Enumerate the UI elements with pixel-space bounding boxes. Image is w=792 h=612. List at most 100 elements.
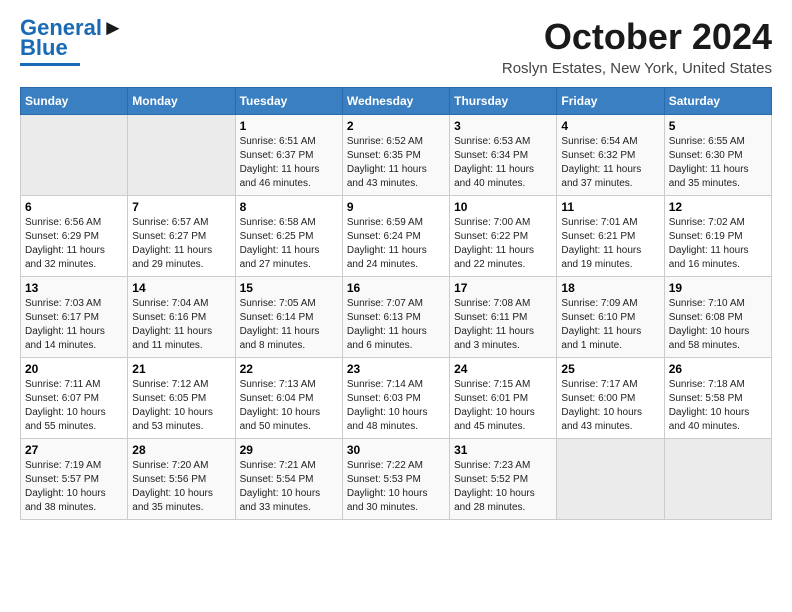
day-number: 14 (132, 281, 230, 295)
day-detail: Sunrise: 6:58 AM Sunset: 6:25 PM Dayligh… (240, 216, 338, 272)
day-header-friday: Friday (557, 88, 664, 115)
day-detail: Sunrise: 7:07 AM Sunset: 6:13 PM Dayligh… (347, 297, 445, 353)
day-cell: 7 Sunrise: 6:57 AM Sunset: 6:27 PM Daylig… (128, 196, 235, 277)
day-number: 18 (561, 281, 659, 295)
week-row-1: 1 Sunrise: 6:51 AM Sunset: 6:37 PM Daylig… (21, 115, 772, 196)
logo-text2: Blue (20, 36, 68, 60)
calendar-body: 1 Sunrise: 6:51 AM Sunset: 6:37 PM Daylig… (21, 115, 772, 520)
day-cell: 12 Sunrise: 7:02 AM Sunset: 6:19 PM Dayli… (664, 196, 771, 277)
day-detail: Sunrise: 7:17 AM Sunset: 6:00 PM Dayligh… (561, 378, 659, 434)
day-number: 26 (669, 362, 767, 376)
day-header-sunday: Sunday (21, 88, 128, 115)
day-cell: 13 Sunrise: 7:03 AM Sunset: 6:17 PM Dayli… (21, 277, 128, 358)
day-detail: Sunrise: 6:52 AM Sunset: 6:35 PM Dayligh… (347, 135, 445, 191)
day-cell: 9 Sunrise: 6:59 AM Sunset: 6:24 PM Daylig… (342, 196, 449, 277)
day-number: 15 (240, 281, 338, 295)
calendar-header-row: SundayMondayTuesdayWednesdayThursdayFrid… (21, 88, 772, 115)
day-detail: Sunrise: 7:04 AM Sunset: 6:16 PM Dayligh… (132, 297, 230, 353)
day-detail: Sunrise: 7:10 AM Sunset: 6:08 PM Dayligh… (669, 297, 767, 353)
week-row-3: 13 Sunrise: 7:03 AM Sunset: 6:17 PM Dayli… (21, 277, 772, 358)
day-detail: Sunrise: 6:53 AM Sunset: 6:34 PM Dayligh… (454, 135, 552, 191)
day-number: 29 (240, 443, 338, 457)
day-detail: Sunrise: 6:57 AM Sunset: 6:27 PM Dayligh… (132, 216, 230, 272)
day-detail: Sunrise: 6:54 AM Sunset: 6:32 PM Dayligh… (561, 135, 659, 191)
day-number: 12 (669, 200, 767, 214)
day-detail: Sunrise: 7:15 AM Sunset: 6:01 PM Dayligh… (454, 378, 552, 434)
calendar-subtitle: Roslyn Estates, New York, United States (502, 60, 772, 77)
day-cell: 18 Sunrise: 7:09 AM Sunset: 6:10 PM Dayli… (557, 277, 664, 358)
day-detail: Sunrise: 7:13 AM Sunset: 6:04 PM Dayligh… (240, 378, 338, 434)
day-number: 6 (25, 200, 123, 214)
day-cell (128, 115, 235, 196)
day-cell: 3 Sunrise: 6:53 AM Sunset: 6:34 PM Daylig… (450, 115, 557, 196)
day-number: 28 (132, 443, 230, 457)
day-detail: Sunrise: 7:03 AM Sunset: 6:17 PM Dayligh… (25, 297, 123, 353)
day-cell: 27Sunrise: 7:19 AM Sunset: 5:57 PM Dayli… (21, 439, 128, 520)
day-header-thursday: Thursday (450, 88, 557, 115)
day-cell: 29 Sunrise: 7:21 AM Sunset: 5:54 PM Dayli… (235, 439, 342, 520)
day-number: 4 (561, 119, 659, 133)
calendar-table: SundayMondayTuesdayWednesdayThursdayFrid… (20, 87, 772, 520)
day-number: 7 (132, 200, 230, 214)
day-number: 24 (454, 362, 552, 376)
day-detail: Sunrise: 7:21 AM Sunset: 5:54 PM Dayligh… (240, 459, 338, 515)
day-number: 21 (132, 362, 230, 376)
day-number: 31 (454, 443, 552, 457)
day-detail: Sunrise: 7:08 AM Sunset: 6:11 PM Dayligh… (454, 297, 552, 353)
day-number: 3 (454, 119, 552, 133)
day-cell: 14 Sunrise: 7:04 AM Sunset: 6:16 PM Dayli… (128, 277, 235, 358)
day-detail: Sunrise: 6:59 AM Sunset: 6:24 PM Dayligh… (347, 216, 445, 272)
day-number: 25 (561, 362, 659, 376)
day-number: 9 (347, 200, 445, 214)
day-detail: Sunrise: 7:12 AM Sunset: 6:05 PM Dayligh… (132, 378, 230, 434)
day-cell (557, 439, 664, 520)
day-cell (664, 439, 771, 520)
day-cell: 11 Sunrise: 7:01 AM Sunset: 6:21 PM Dayli… (557, 196, 664, 277)
day-cell: 28 Sunrise: 7:20 AM Sunset: 5:56 PM Dayli… (128, 439, 235, 520)
page-header: General► Blue October 2024 Roslyn Estate… (20, 16, 772, 77)
day-number: 13 (25, 281, 123, 295)
title-block: October 2024 Roslyn Estates, New York, U… (502, 16, 772, 77)
day-cell: 30Sunrise: 7:22 AM Sunset: 5:53 PM Dayli… (342, 439, 449, 520)
day-cell: 10Sunrise: 7:00 AM Sunset: 6:22 PM Dayli… (450, 196, 557, 277)
day-detail: Sunrise: 6:51 AM Sunset: 6:37 PM Dayligh… (240, 135, 338, 191)
day-cell: 26 Sunrise: 7:18 AM Sunset: 5:58 PM Dayli… (664, 358, 771, 439)
day-cell: 15Sunrise: 7:05 AM Sunset: 6:14 PM Dayli… (235, 277, 342, 358)
day-number: 11 (561, 200, 659, 214)
day-detail: Sunrise: 7:18 AM Sunset: 5:58 PM Dayligh… (669, 378, 767, 434)
logo-underline (20, 63, 80, 66)
day-detail: Sunrise: 7:00 AM Sunset: 6:22 PM Dayligh… (454, 216, 552, 272)
day-cell: 8 Sunrise: 6:58 AM Sunset: 6:25 PM Daylig… (235, 196, 342, 277)
day-header-wednesday: Wednesday (342, 88, 449, 115)
calendar-title: October 2024 (502, 16, 772, 58)
day-detail: Sunrise: 7:02 AM Sunset: 6:19 PM Dayligh… (669, 216, 767, 272)
day-number: 8 (240, 200, 338, 214)
day-detail: Sunrise: 6:56 AM Sunset: 6:29 PM Dayligh… (25, 216, 123, 272)
day-cell: 21 Sunrise: 7:12 AM Sunset: 6:05 PM Dayli… (128, 358, 235, 439)
day-number: 19 (669, 281, 767, 295)
day-cell: 19 Sunrise: 7:10 AM Sunset: 6:08 PM Dayli… (664, 277, 771, 358)
day-cell: 17Sunrise: 7:08 AM Sunset: 6:11 PM Dayli… (450, 277, 557, 358)
day-cell: 2 Sunrise: 6:52 AM Sunset: 6:35 PM Daylig… (342, 115, 449, 196)
week-row-5: 27Sunrise: 7:19 AM Sunset: 5:57 PM Dayli… (21, 439, 772, 520)
day-detail: Sunrise: 6:55 AM Sunset: 6:30 PM Dayligh… (669, 135, 767, 191)
week-row-2: 6 Sunrise: 6:56 AM Sunset: 6:29 PM Daylig… (21, 196, 772, 277)
day-cell: 20Sunrise: 7:11 AM Sunset: 6:07 PM Dayli… (21, 358, 128, 439)
day-number: 2 (347, 119, 445, 133)
day-cell: 16Sunrise: 7:07 AM Sunset: 6:13 PM Dayli… (342, 277, 449, 358)
day-header-monday: Monday (128, 88, 235, 115)
day-cell: 6 Sunrise: 6:56 AM Sunset: 6:29 PM Daylig… (21, 196, 128, 277)
logo: General► Blue (20, 16, 124, 66)
day-cell: 22Sunrise: 7:13 AM Sunset: 6:04 PM Dayli… (235, 358, 342, 439)
week-row-4: 20Sunrise: 7:11 AM Sunset: 6:07 PM Dayli… (21, 358, 772, 439)
day-detail: Sunrise: 7:09 AM Sunset: 6:10 PM Dayligh… (561, 297, 659, 353)
day-detail: Sunrise: 7:20 AM Sunset: 5:56 PM Dayligh… (132, 459, 230, 515)
day-detail: Sunrise: 7:23 AM Sunset: 5:52 PM Dayligh… (454, 459, 552, 515)
day-cell (21, 115, 128, 196)
day-detail: Sunrise: 7:14 AM Sunset: 6:03 PM Dayligh… (347, 378, 445, 434)
day-detail: Sunrise: 7:01 AM Sunset: 6:21 PM Dayligh… (561, 216, 659, 272)
day-cell: 5 Sunrise: 6:55 AM Sunset: 6:30 PM Daylig… (664, 115, 771, 196)
day-number: 23 (347, 362, 445, 376)
day-number: 1 (240, 119, 338, 133)
day-number: 5 (669, 119, 767, 133)
